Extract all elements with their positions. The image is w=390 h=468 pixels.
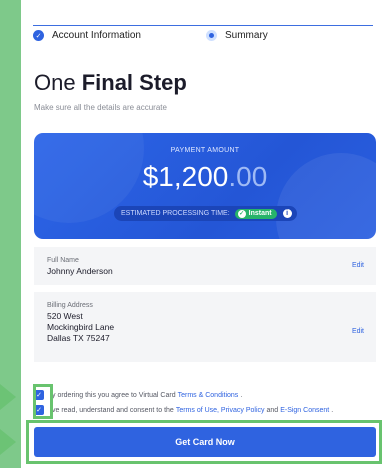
processing-time-label: ESTIMATED PROCESSING TIME: <box>121 210 230 217</box>
check-icon: ✓ <box>33 30 44 41</box>
amount-whole: $1,200 <box>142 161 229 192</box>
terms-privacy-link[interactable]: Terms of Use, Privacy Policy <box>176 407 265 414</box>
step-account-information: ✓ Account Information <box>33 30 141 41</box>
step-summary: Summary <box>206 30 268 41</box>
edit-address-link[interactable]: Edit <box>352 328 364 335</box>
current-step-icon <box>206 30 217 41</box>
address-line: Mockingbird Lane <box>47 322 115 332</box>
pointer-arrow-icon <box>0 429 16 455</box>
instant-label: Instant <box>248 210 272 217</box>
step-label: Summary <box>225 30 268 41</box>
button-highlight <box>26 420 382 464</box>
agreement-text: and <box>266 406 279 414</box>
payment-amount-card: PAYMENT AMOUNT $1,200.00 ESTIMATED PROCE… <box>34 133 376 239</box>
edit-name-link[interactable]: Edit <box>352 262 364 269</box>
amount-cents: .00 <box>228 161 268 192</box>
full-name-box: Full Name Johnny Anderson Edit <box>34 247 376 285</box>
title-light: One <box>34 70 82 95</box>
billing-address-box: Billing Address 520 West Mockingbird Lan… <box>34 292 376 362</box>
page-title: One Final Step <box>34 70 187 96</box>
billing-address-label: Billing Address <box>47 302 93 309</box>
agreement-text: . <box>240 391 243 399</box>
address-line: 520 West <box>47 311 83 321</box>
pointer-arrow-icon <box>0 384 16 410</box>
checkbox-highlight <box>33 384 53 419</box>
page-subtitle: Make sure all the details are accurate <box>34 103 167 112</box>
agreement-text: y ordering this you agree to Virtual Car… <box>52 391 176 399</box>
consent-agreement: ✓ ve read, understand and consent to the… <box>34 405 333 415</box>
agreement-text: . <box>331 406 334 414</box>
address-line: Dallas TX 75247 <box>47 333 110 343</box>
full-name-value: Johnny Anderson <box>47 266 113 276</box>
agreement-text: ve read, understand and consent to the <box>52 406 174 414</box>
terms-conditions-link[interactable]: Terms & Conditions <box>178 392 239 399</box>
payment-amount: $1,200.00 <box>34 161 376 193</box>
terms-agreement: ✓ y ordering this you agree to Virtual C… <box>34 390 242 400</box>
step-label: Account Information <box>52 30 141 41</box>
instant-badge: ✓ Instant <box>234 208 277 219</box>
full-name-label: Full Name <box>47 257 79 264</box>
payment-amount-label: PAYMENT AMOUNT <box>170 147 240 154</box>
check-circle-icon: ✓ <box>237 209 246 218</box>
final-step-card: ✓ Account Information Summary One Final … <box>21 0 390 468</box>
info-icon[interactable]: i <box>282 209 292 218</box>
esign-consent-link[interactable]: E-Sign Consent <box>280 407 329 414</box>
title-bold: Final Step <box>81 70 187 95</box>
progress-line <box>33 25 373 26</box>
processing-time-pill: ESTIMATED PROCESSING TIME: ✓ Instant i <box>114 206 297 221</box>
